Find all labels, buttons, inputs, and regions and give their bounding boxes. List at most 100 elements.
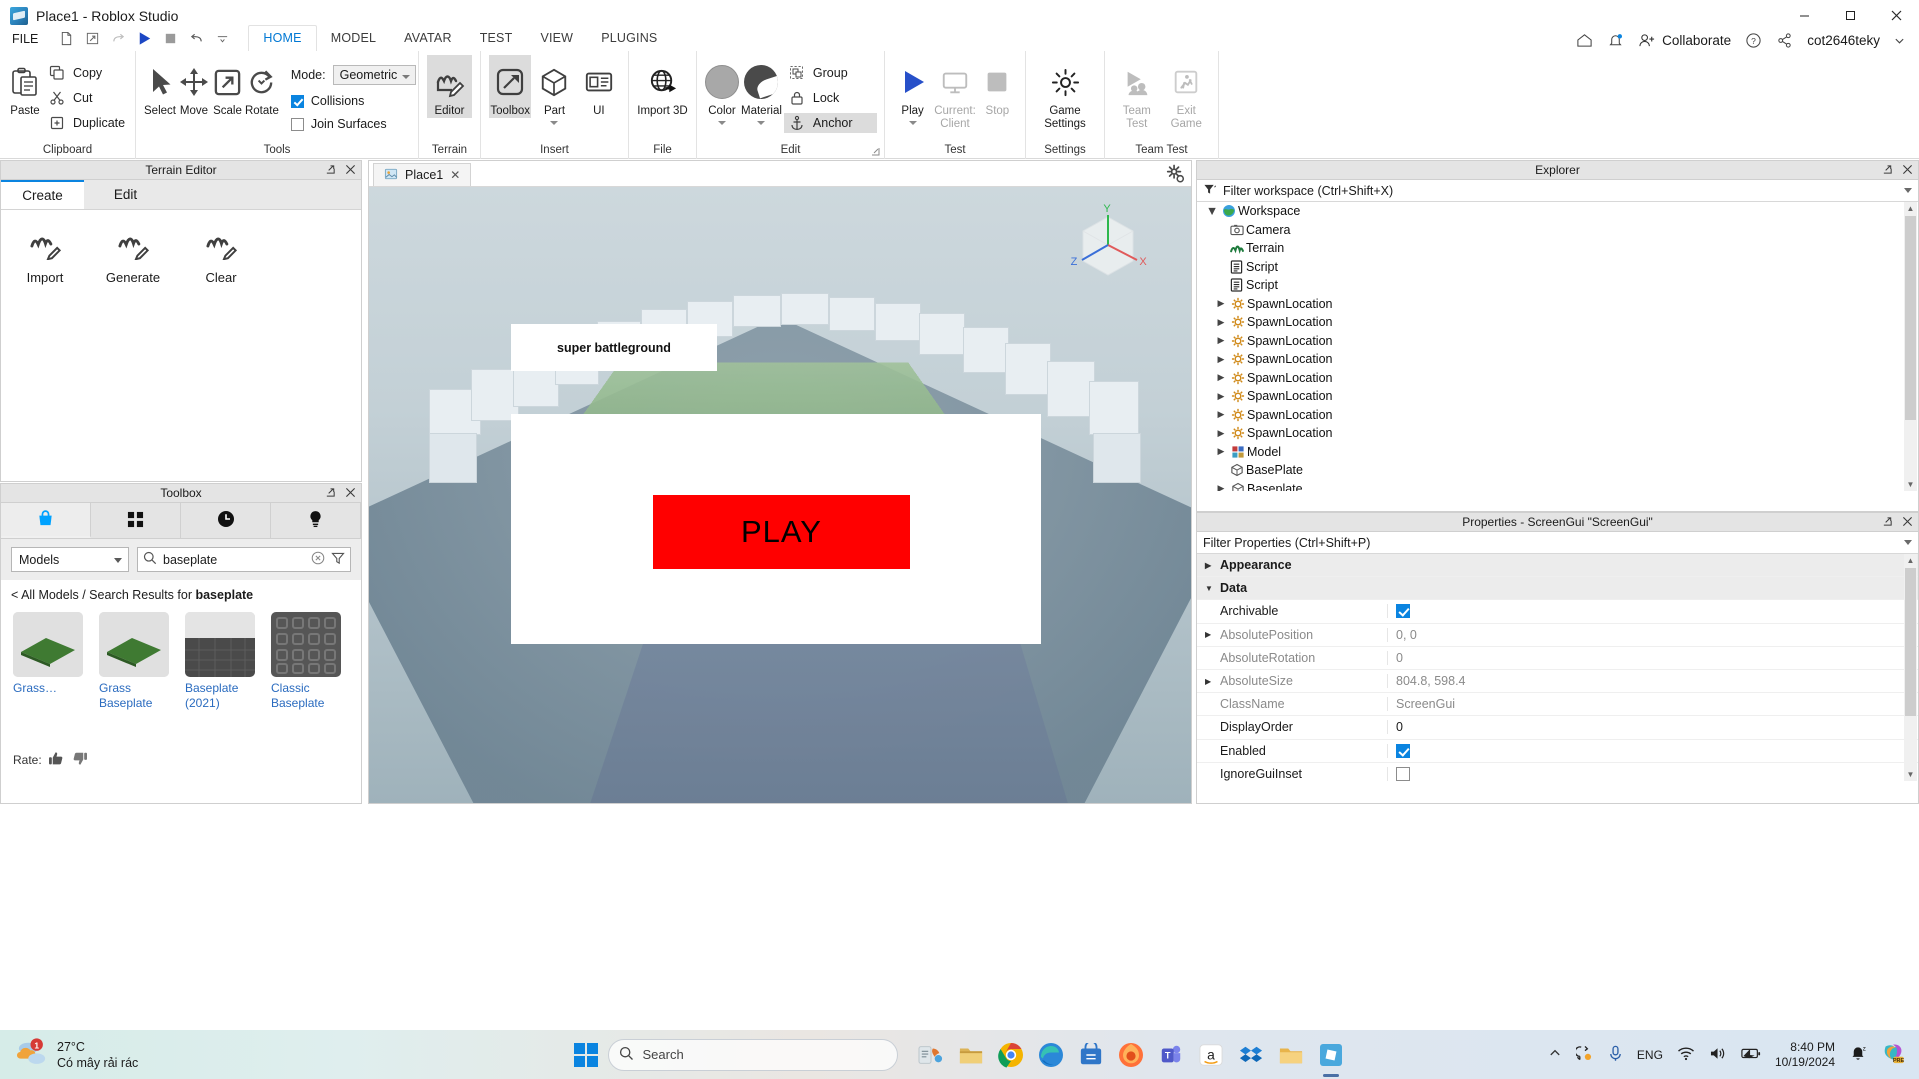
toolbox-tab-creations[interactable]: [271, 503, 361, 538]
expand-arrow-icon[interactable]: ▶: [1214, 317, 1228, 328]
amazon-icon[interactable]: a: [1196, 1040, 1226, 1070]
group-button[interactable]: Group: [784, 63, 877, 83]
play-icon[interactable]: [132, 28, 156, 48]
explorer-filter-input[interactable]: Filter workspace (Ctrl+Shift+X): [1223, 184, 1393, 198]
collisions-row[interactable]: Collisions: [290, 94, 416, 108]
user-account-name[interactable]: cot2646teky: [1807, 33, 1880, 48]
help-icon[interactable]: ?: [1745, 32, 1762, 49]
microphone-icon[interactable]: [1608, 1045, 1623, 1065]
team-test-button[interactable]: Team Test: [1113, 55, 1161, 131]
viewport-tab-place1[interactable]: Place1 ✕: [373, 163, 472, 186]
enabled-checkbox[interactable]: [1396, 743, 1410, 758]
popout-icon[interactable]: [325, 164, 336, 178]
tree-item-baseplate[interactable]: ▶ Baseplate: [1197, 480, 1918, 491]
property-value[interactable]: 0: [1387, 720, 1918, 735]
terrain-tab-create[interactable]: Create: [1, 180, 84, 209]
tree-item-terrain[interactable]: Terrain: [1197, 239, 1918, 258]
tab-model[interactable]: MODEL: [317, 25, 390, 51]
join-surfaces-row[interactable]: Join Surfaces: [290, 117, 416, 131]
tab-home[interactable]: HOME: [248, 25, 317, 51]
terrain-clear-button[interactable]: Clear: [177, 228, 265, 285]
toolbox-result-item[interactable]: Classic Baseplate: [271, 612, 341, 711]
tree-item-spawnlocation[interactable]: ▶ SpawnLocation: [1197, 369, 1918, 388]
folder-icon[interactable]: [1276, 1040, 1306, 1070]
weather-widget[interactable]: 1 27°C Có mây rải rác: [0, 1038, 138, 1071]
expand-arrow-icon[interactable]: ▶: [1214, 335, 1228, 346]
copy-button[interactable]: Copy: [44, 63, 129, 83]
popout-icon[interactable]: [1882, 516, 1893, 530]
taskbar-search-box[interactable]: Search: [607, 1038, 898, 1071]
archivable-checkbox[interactable]: [1396, 604, 1410, 619]
chevron-down-icon[interactable]: [1904, 188, 1912, 193]
toolbox-search-field[interactable]: baseplate: [137, 547, 351, 572]
funnel-icon[interactable]: [1203, 183, 1217, 199]
chrome-icon[interactable]: [996, 1040, 1026, 1070]
stop-icon[interactable]: [158, 28, 182, 48]
part-button[interactable]: Part: [533, 55, 575, 125]
property-row-ignoreguiinset[interactable]: IgnoreGuiInset: [1197, 763, 1918, 781]
filter-icon[interactable]: [331, 551, 345, 568]
property-row-classname[interactable]: ClassName ScreenGui: [1197, 693, 1918, 717]
explorer-scroll-thumb[interactable]: [1905, 216, 1916, 420]
properties-scrollbar[interactable]: ▲ ▼: [1904, 554, 1917, 781]
expand-arrow-icon[interactable]: ▼: [1205, 584, 1215, 593]
collaborate-button[interactable]: Collaborate: [1638, 32, 1731, 49]
explorer-tree[interactable]: ▼ Workspace Camera Terrain Script Script…: [1197, 202, 1918, 491]
anchor-button[interactable]: Anchor: [783, 113, 877, 133]
expand-arrow-icon[interactable]: ▶: [1214, 446, 1228, 457]
terrain-import-button[interactable]: Import: [1, 228, 89, 285]
viewport-3d-scene[interactable]: Y X Z super battleground PLAY: [369, 187, 1191, 803]
tab-avatar[interactable]: AVATAR: [390, 25, 466, 51]
windows-start-icon[interactable]: [573, 1042, 598, 1067]
terrain-tab-edit[interactable]: Edit: [84, 180, 167, 209]
expand-arrow-icon[interactable]: ▶: [1205, 677, 1215, 686]
wifi-icon[interactable]: [1677, 1046, 1695, 1064]
tree-item-workspace[interactable]: ▼ Workspace: [1197, 202, 1918, 221]
terrain-editor-button[interactable]: Editor: [427, 55, 472, 118]
join-surfaces-checkbox[interactable]: [290, 117, 304, 131]
tree-item-baseplate-upper[interactable]: BasePlate: [1197, 461, 1918, 480]
property-row-absolutesize[interactable]: ▶ AbsoluteSize 804.8, 598.4: [1197, 670, 1918, 694]
tree-item-model[interactable]: ▶ Model: [1197, 443, 1918, 462]
tree-item-spawnlocation[interactable]: ▶ SpawnLocation: [1197, 332, 1918, 351]
viewport-orientation-gizmo[interactable]: Y X Z: [1065, 203, 1151, 289]
thumbs-down-icon[interactable]: [71, 751, 88, 769]
share-icon[interactable]: [80, 28, 104, 48]
thumbs-up-icon[interactable]: [48, 751, 65, 769]
terrain-generate-button[interactable]: Generate: [89, 228, 177, 285]
more-options-icon[interactable]: [210, 28, 234, 48]
close-icon[interactable]: [1902, 516, 1913, 530]
color-button[interactable]: Color: [705, 55, 739, 125]
color-dropdown-caret-icon[interactable]: [718, 121, 726, 125]
move-tool-button[interactable]: Move: [178, 55, 210, 118]
scroll-up-arrow-icon[interactable]: ▲: [1904, 554, 1917, 567]
copilot-icon[interactable]: PRE: [1881, 1041, 1905, 1068]
battery-icon[interactable]: [1741, 1046, 1761, 1063]
game-settings-button[interactable]: Game Settings: [1034, 55, 1096, 131]
expand-arrow-icon[interactable]: ▼: [1205, 204, 1219, 218]
viewport-tab-close-icon[interactable]: ✕: [450, 168, 460, 182]
toolbox-tab-marketplace[interactable]: [1, 503, 91, 538]
notifications-bell-icon[interactable]: [1607, 32, 1624, 49]
close-icon[interactable]: [345, 164, 356, 178]
expand-arrow-icon[interactable]: ▶: [1214, 372, 1228, 383]
close-icon[interactable]: [345, 487, 356, 501]
play-button[interactable]: Play: [893, 55, 932, 125]
chevron-down-icon[interactable]: [1894, 35, 1905, 46]
part-dropdown-caret-icon[interactable]: [550, 121, 559, 125]
widgets-icon[interactable]: [916, 1040, 946, 1070]
dropbox-icon[interactable]: [1236, 1040, 1266, 1070]
tree-item-spawnlocation[interactable]: ▶ SpawnLocation: [1197, 387, 1918, 406]
onedrive-sync-icon[interactable]: [1574, 1045, 1594, 1065]
tab-plugins[interactable]: PLUGINS: [587, 25, 671, 51]
tree-item-script[interactable]: Script: [1197, 258, 1918, 277]
scroll-down-arrow-icon[interactable]: ▼: [1904, 478, 1917, 491]
property-category-data[interactable]: ▼ Data: [1197, 577, 1918, 601]
play-dropdown-caret-icon[interactable]: [908, 121, 917, 125]
toolbox-result-item[interactable]: Grass Baseplate: [99, 612, 169, 711]
tab-test[interactable]: TEST: [466, 25, 527, 51]
tree-item-camera[interactable]: Camera: [1197, 221, 1918, 240]
taskbar-clock[interactable]: 8:40 PM 10/19/2024: [1775, 1040, 1835, 1070]
show-hidden-icons-icon[interactable]: [1548, 1046, 1562, 1063]
stop-button[interactable]: Stop: [978, 55, 1017, 118]
